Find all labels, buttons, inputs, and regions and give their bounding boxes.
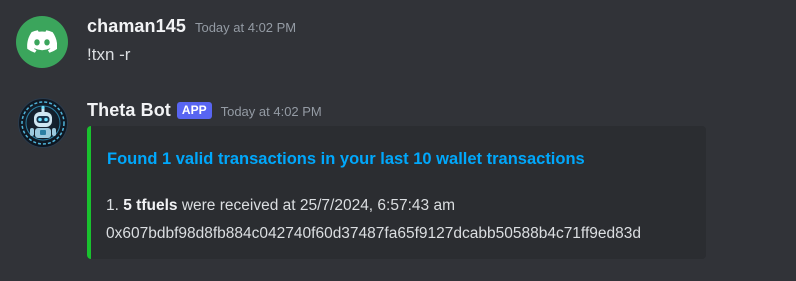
embed-title[interactable]: Found 1 valid transactions in your last … (107, 150, 585, 169)
message-header: chaman145 Today at 4:02 PM (87, 16, 296, 37)
embed-title-count: 1 valid (161, 150, 214, 168)
chat-message-list: chaman145 Today at 4:02 PM !txn -r Theta… (0, 0, 796, 281)
list-number: 1. (106, 197, 119, 214)
transaction-amount: 5 tfuels (123, 197, 178, 214)
robot-icon (21, 101, 65, 145)
bot-avatar[interactable] (18, 98, 68, 148)
discord-logo-icon (27, 30, 57, 53)
embed-title-prefix: Found (107, 150, 162, 168)
transaction-text: were received at 25/7/2024, 6:57:43 am (181, 197, 455, 214)
embed-title-suffix: transactions in your last 10 wallet tran… (213, 150, 585, 168)
message-embed: Found 1 valid transactions in your last … (87, 126, 706, 259)
user-avatar[interactable] (16, 16, 68, 68)
transaction-line: 1. 5 tfuels were received at 25/7/2024, … (106, 192, 641, 220)
message-header: Theta Bot APP Today at 4:02 PM (87, 100, 322, 121)
embed-description: 1. 5 tfuels were received at 25/7/2024, … (106, 192, 641, 248)
username[interactable]: Theta Bot (87, 100, 171, 121)
app-badge: APP (176, 102, 212, 119)
timestamp: Today at 4:02 PM (220, 104, 322, 119)
transaction-hash: 0x607bdbf98d8fb884c042740f60d37487fa65f9… (106, 225, 641, 242)
timestamp: Today at 4:02 PM (194, 20, 297, 35)
username[interactable]: chaman145 (87, 16, 186, 37)
message-content: !txn -r (87, 45, 131, 64)
